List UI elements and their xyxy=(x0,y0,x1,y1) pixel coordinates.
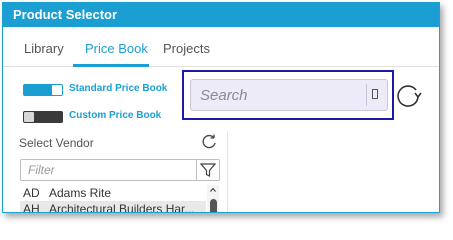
vendor-row[interactable]: AD Adams Rite xyxy=(20,185,206,200)
vendor-code: AH xyxy=(23,202,40,213)
vendor-code: AD xyxy=(23,186,40,200)
custom-price-book-toggle[interactable] xyxy=(23,111,63,123)
vendor-filter-box xyxy=(20,159,220,181)
tab-price-book[interactable]: Price Book xyxy=(85,41,148,56)
screenshot-stage: Product Selector Library Price Book Proj… xyxy=(0,0,453,227)
refresh-icon[interactable] xyxy=(394,81,422,109)
vendor-name: Adams Rite xyxy=(49,186,112,200)
search-clear-icon[interactable] xyxy=(372,89,378,99)
search-divider xyxy=(366,84,367,106)
tab-bar: Library Price Book Projects xyxy=(3,27,439,67)
filter-divider xyxy=(196,160,197,180)
product-selector-window: Product Selector Library Price Book Proj… xyxy=(2,2,440,213)
vendor-filter-input[interactable] xyxy=(21,160,193,180)
select-vendor-label: Select Vendor xyxy=(19,136,94,150)
vendor-row[interactable]: AH Architectural Builders Har... xyxy=(20,201,206,213)
scroll-up-arrow-icon[interactable] xyxy=(210,187,216,193)
standard-price-book-toggle[interactable] xyxy=(23,84,63,96)
tab-projects[interactable]: Projects xyxy=(163,41,210,56)
tab-library[interactable]: Library xyxy=(24,41,64,56)
search-highlight-box xyxy=(182,70,394,120)
standard-price-book-label: Standard Price Book xyxy=(69,83,168,94)
window-title: Product Selector xyxy=(3,3,439,27)
vendor-name: Architectural Builders Har... xyxy=(49,202,195,213)
scroll-thumb[interactable] xyxy=(210,199,217,212)
toggle-knob xyxy=(24,112,34,122)
vendor-refresh-icon[interactable] xyxy=(200,133,218,151)
panel-divider xyxy=(227,131,228,212)
custom-price-book-label: Custom Price Book xyxy=(69,110,162,121)
vendor-list-scrollbar[interactable] xyxy=(207,185,219,212)
funnel-icon[interactable] xyxy=(199,162,217,178)
toggle-knob xyxy=(52,85,62,95)
search-input[interactable] xyxy=(190,79,388,111)
active-tab-indicator xyxy=(73,64,149,67)
vendor-list: AD Adams Rite AH Architectural Builders … xyxy=(20,185,222,213)
